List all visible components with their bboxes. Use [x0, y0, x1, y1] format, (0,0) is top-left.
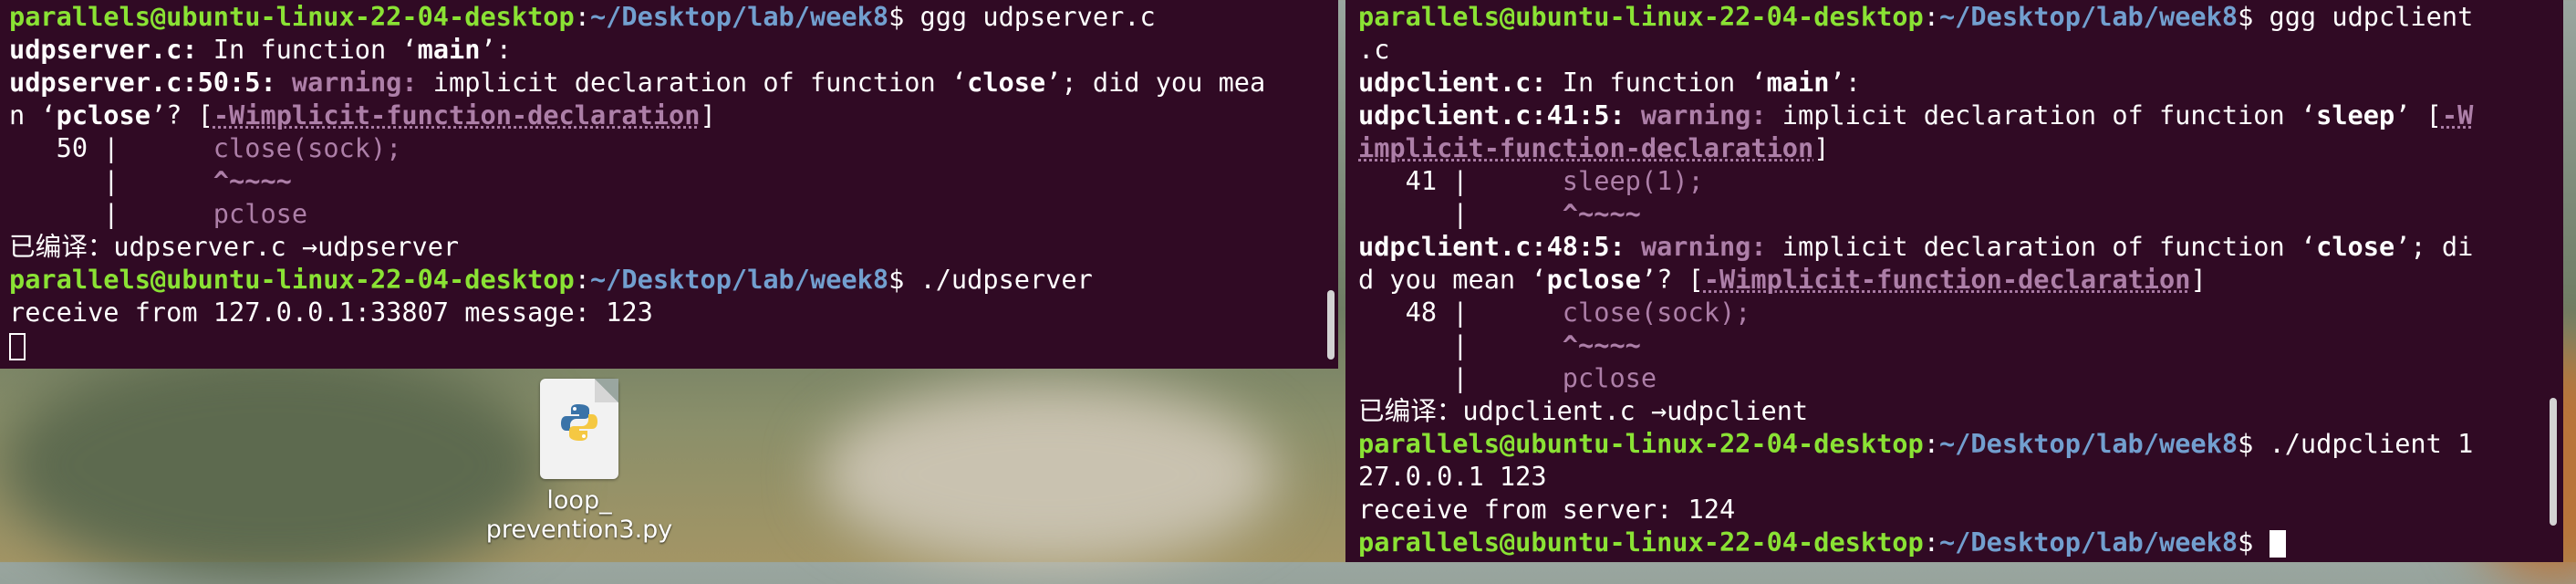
- right-terminal-output: parallels@ubuntu-linux-22-04-desktop:~/D…: [1358, 0, 2527, 558]
- terminal-cursor: [9, 333, 26, 360]
- desktop-file-label: loop_ prevention3.py: [485, 486, 673, 544]
- right-terminal[interactable]: parallels@ubuntu-linux-22-04-desktop:~/D…: [1345, 0, 2563, 562]
- terminal-line: parallels@ubuntu-linux-22-04-desktop:~/D…: [1358, 1, 2474, 32]
- python-logo-icon: [561, 404, 597, 441]
- terminal-line: parallels@ubuntu-linux-22-04-desktop:~/D…: [1358, 526, 2527, 558]
- left-terminal[interactable]: parallels@ubuntu-linux-22-04-desktop:~/D…: [0, 0, 1338, 369]
- terminal-line: parallels@ubuntu-linux-22-04-desktop:~/D…: [9, 264, 1093, 295]
- terminal-line: udpserver.c:50:5: warning: implicit decl…: [9, 67, 1266, 98]
- terminal-line: parallels@ubuntu-linux-22-04-desktop:~/D…: [9, 1, 1156, 32]
- python-file-icon: [540, 379, 618, 479]
- terminal-line: | ^~~~~: [1358, 198, 1641, 229]
- terminal-line: implicit-function-declaration]: [1358, 132, 1830, 163]
- terminal-line: n ‘pclose’? [-Wimplicit-function-declara…: [9, 99, 716, 130]
- left-terminal-output: parallels@ubuntu-linux-22-04-desktop:~/D…: [9, 0, 1302, 361]
- terminal-line: udpserver.c: In function ‘main’:: [9, 34, 512, 65]
- terminal-line: | ^~~~~: [9, 165, 292, 196]
- terminal-line: | ^~~~~: [1358, 329, 1641, 360]
- terminal-line: 已编译：udpserver.c →udpserver: [9, 231, 460, 262]
- terminal-line: .c: [1358, 34, 1390, 65]
- terminal-line: udpclient.c:48:5: warning: implicit decl…: [1358, 231, 2474, 262]
- desktop-background: [0, 347, 547, 584]
- terminal-line: receive from 127.0.0.1:33807 message: 12…: [9, 297, 653, 328]
- terminal-line: 48 | close(sock);: [1358, 297, 1751, 328]
- terminal-line: udpclient.c: In function ‘main’:: [1358, 67, 1861, 98]
- terminal-line: 已编译：udpclient.c →udpclient: [1358, 395, 1809, 426]
- desktop-background-light: [821, 383, 1277, 566]
- terminal-line: | pclose: [1358, 362, 1657, 393]
- terminal-line: parallels@ubuntu-linux-22-04-desktop:~/D…: [1358, 428, 2474, 459]
- terminal-line: d you mean ‘pclose’? [-Wimplicit-functio…: [1358, 264, 2207, 295]
- terminal-cursor: [2269, 530, 2286, 558]
- terminal-line: receive from server: 124: [1358, 494, 1736, 525]
- desktop-file-loop-prevention3[interactable]: loop_ prevention3.py: [474, 379, 684, 545]
- terminal-line: [9, 328, 1302, 361]
- terminal-line: | pclose: [9, 198, 308, 229]
- terminal-line: 41 | sleep(1);: [1358, 165, 1704, 196]
- terminal-line: 27.0.0.1 123: [1358, 461, 1547, 492]
- right-terminal-scrollbar[interactable]: [2550, 398, 2557, 526]
- left-terminal-scrollbar[interactable]: [1327, 290, 1335, 360]
- terminal-line: 50 | close(sock);: [9, 132, 402, 163]
- terminal-line: udpclient.c:41:5: warning: implicit decl…: [1358, 99, 2474, 130]
